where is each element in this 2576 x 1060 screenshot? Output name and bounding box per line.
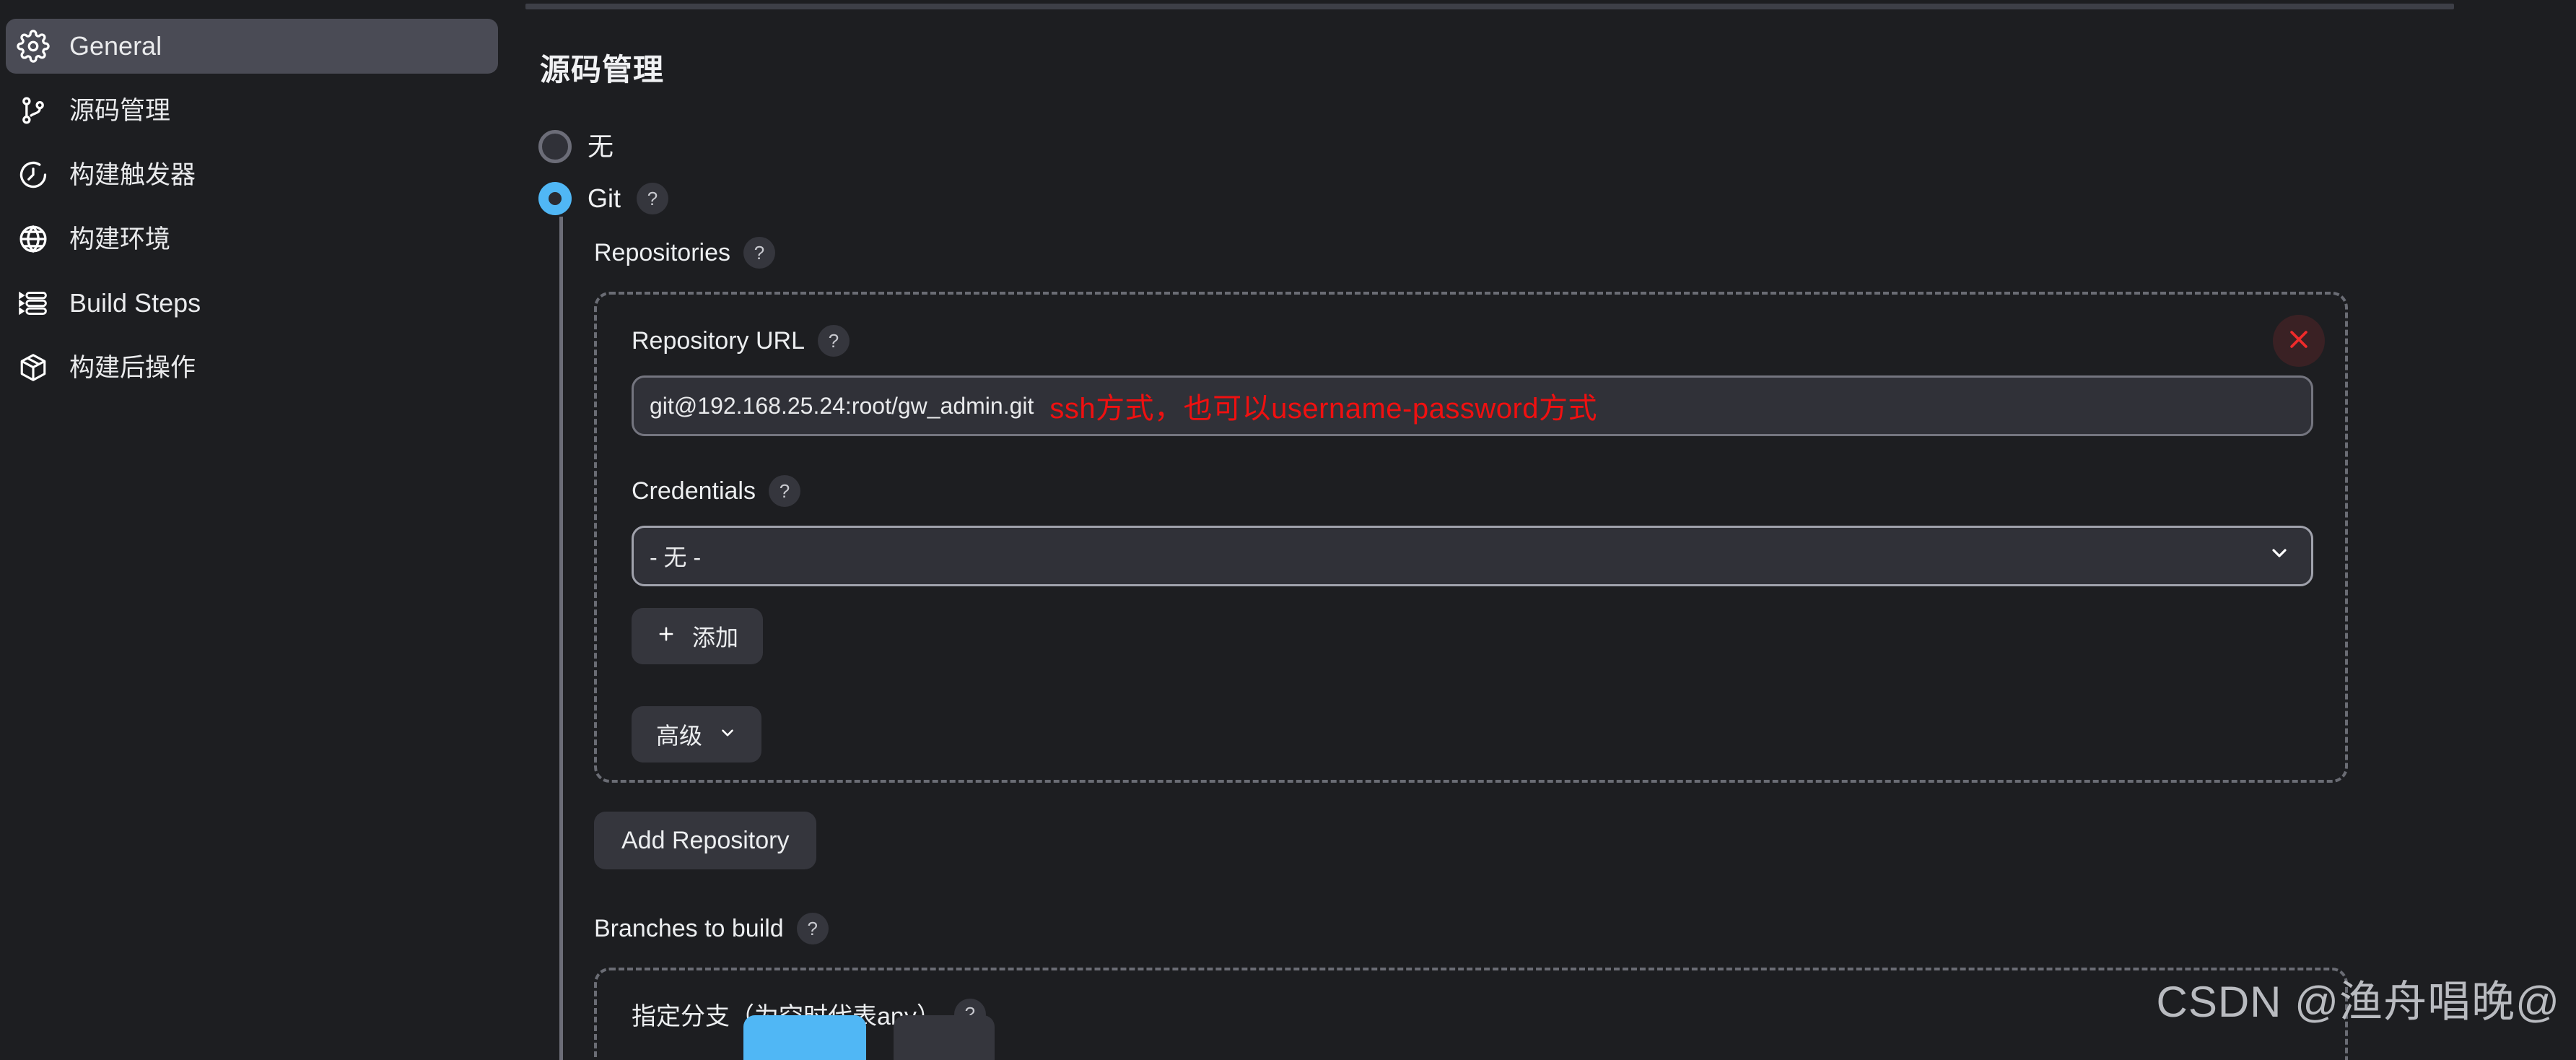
sidebar-item-label: Build Steps — [69, 288, 201, 318]
radio-git[interactable] — [538, 182, 572, 215]
credentials-selected-value: - 无 - — [650, 544, 702, 570]
delete-repository-button[interactable] — [2273, 315, 2325, 367]
sidebar-item-label: General — [69, 31, 162, 61]
plus-icon — [656, 623, 676, 650]
advanced-toggle-button[interactable]: 高级 — [632, 706, 762, 763]
scm-option-git[interactable]: Git ? — [538, 182, 669, 215]
add-repository-button[interactable]: Add Repository — [594, 812, 817, 869]
page-title: 源码管理 — [540, 53, 665, 87]
repository-url-input[interactable]: git@192.168.25.24:root/gw_admin.git ssh方… — [632, 375, 2313, 436]
scm-option-none[interactable]: 无 — [538, 130, 614, 163]
chevron-down-icon — [2268, 542, 2291, 570]
globe-icon — [16, 222, 51, 256]
sidebar-item-label: 构建触发器 — [69, 160, 196, 189]
radio-none-label: 无 — [588, 131, 614, 161]
package-icon — [16, 350, 51, 385]
branches-to-build-label-row: Branches to build ? — [594, 913, 2566, 944]
gear-icon — [16, 29, 51, 64]
sidebar-item-label: 构建环境 — [69, 225, 171, 253]
sidebar-item-source-code-management[interactable]: 源码管理 — [6, 83, 498, 138]
top-divider — [525, 4, 2454, 9]
help-icon-repository-url[interactable]: ? — [817, 325, 850, 357]
close-icon — [2287, 327, 2311, 355]
help-icon-credentials[interactable]: ? — [768, 475, 800, 507]
apply-button[interactable] — [894, 1015, 995, 1060]
advanced-label: 高级 — [656, 723, 703, 749]
credentials-select[interactable]: - 无 - — [632, 526, 2313, 586]
add-repository-label: Add Repository — [621, 826, 790, 854]
sidebar-item-label: 源码管理 — [69, 96, 171, 125]
add-credentials-label: 添加 — [692, 625, 739, 651]
sidebar-item-general[interactable]: General — [6, 19, 498, 74]
chevron-down-icon — [718, 721, 737, 748]
bottom-action-bar — [743, 1015, 995, 1060]
jenkins-job-config-page: General 源码管理 构建触发器 构建环境 Build Steps 构建后操… — [0, 0, 2576, 1060]
sidebar-item-build-environment[interactable]: 构建环境 — [6, 212, 498, 266]
credentials-label: Credentials — [632, 477, 756, 505]
radio-git-label: Git — [588, 183, 621, 213]
save-button[interactable] — [743, 1015, 866, 1060]
help-icon-git[interactable]: ? — [637, 183, 669, 214]
repository-url-label-row: Repository URL ? — [632, 325, 2310, 357]
git-settings-section: Repositories ? Repository URL ? git@192.… — [559, 217, 2566, 1060]
main-content: 源码管理 无 Git ? Repositories ? Repository U… — [505, 0, 2576, 1060]
repository-url-value: git@192.168.25.24:root/gw_admin.git — [650, 392, 1034, 419]
sidebar-item-post-build-actions[interactable]: 构建后操作 — [6, 340, 498, 395]
repository-url-label: Repository URL — [632, 326, 805, 355]
credentials-label-row: Credentials ? — [632, 475, 2310, 507]
sidebar: General 源码管理 构建触发器 构建环境 Build Steps 构建后操… — [0, 0, 505, 1060]
credentials-block: Credentials ? - 无 - 添加 — [632, 475, 2313, 664]
add-credentials-button[interactable]: 添加 — [632, 608, 764, 664]
repositories-label: Repositories — [594, 238, 730, 266]
clock-icon — [16, 157, 51, 192]
sidebar-item-build-triggers[interactable]: 构建触发器 — [6, 147, 498, 202]
list-steps-icon — [16, 286, 51, 321]
branches-to-build-label: Branches to build — [594, 914, 784, 942]
radio-none[interactable] — [538, 130, 572, 163]
help-icon-repositories[interactable]: ? — [743, 237, 775, 269]
git-branch-icon — [16, 93, 51, 128]
sidebar-item-build-steps[interactable]: Build Steps — [6, 276, 498, 331]
help-icon-branches[interactable]: ? — [796, 913, 829, 944]
repository-url-annotation: ssh方式，也可以username-password方式 — [1049, 393, 1598, 425]
repository-panel: Repository URL ? git@192.168.25.24:root/… — [594, 292, 2348, 783]
repositories-label-row: Repositories ? — [594, 237, 2566, 269]
sidebar-item-label: 构建后操作 — [69, 353, 196, 382]
